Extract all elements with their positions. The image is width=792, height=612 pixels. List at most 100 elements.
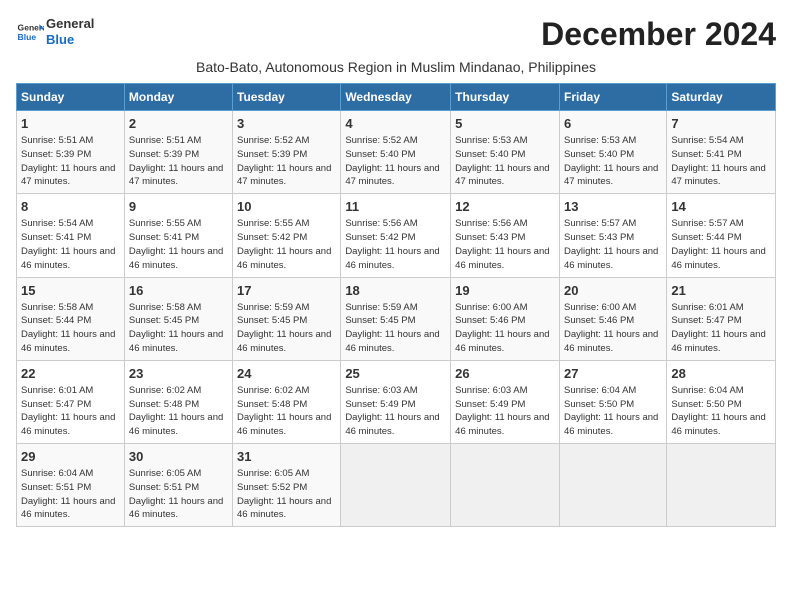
day-info: Sunrise: 5:53 AMSunset: 5:40 PMDaylight:… (564, 134, 662, 189)
calendar-cell (559, 444, 666, 527)
calendar-cell: 6Sunrise: 5:53 AMSunset: 5:40 PMDaylight… (559, 111, 666, 194)
day-info: Sunrise: 5:55 AMSunset: 5:41 PMDaylight:… (129, 217, 228, 272)
day-number: 25 (345, 365, 446, 383)
day-info: Sunrise: 5:58 AMSunset: 5:44 PMDaylight:… (21, 301, 120, 356)
day-number: 12 (455, 198, 555, 216)
day-number: 1 (21, 115, 120, 133)
day-info: Sunrise: 6:04 AMSunset: 5:50 PMDaylight:… (671, 384, 771, 439)
day-info: Sunrise: 5:56 AMSunset: 5:43 PMDaylight:… (455, 217, 555, 272)
subtitle: Bato-Bato, Autonomous Region in Muslim M… (16, 59, 776, 75)
calendar-cell: 12Sunrise: 5:56 AMSunset: 5:43 PMDayligh… (451, 194, 560, 277)
day-info: Sunrise: 6:05 AMSunset: 5:51 PMDaylight:… (129, 467, 228, 522)
day-info: Sunrise: 6:02 AMSunset: 5:48 PMDaylight:… (129, 384, 228, 439)
calendar-cell: 26Sunrise: 6:03 AMSunset: 5:49 PMDayligh… (451, 360, 560, 443)
calendar-cell (341, 444, 451, 527)
calendar-cell: 13Sunrise: 5:57 AMSunset: 5:43 PMDayligh… (559, 194, 666, 277)
calendar-cell: 19Sunrise: 6:00 AMSunset: 5:46 PMDayligh… (451, 277, 560, 360)
header-wednesday: Wednesday (341, 84, 451, 111)
header-monday: Monday (124, 84, 232, 111)
calendar-cell: 7Sunrise: 5:54 AMSunset: 5:41 PMDaylight… (667, 111, 776, 194)
header-thursday: Thursday (451, 84, 560, 111)
day-info: Sunrise: 5:53 AMSunset: 5:40 PMDaylight:… (455, 134, 555, 189)
day-info: Sunrise: 5:51 AMSunset: 5:39 PMDaylight:… (129, 134, 228, 189)
calendar-header-row: SundayMondayTuesdayWednesdayThursdayFrid… (17, 84, 776, 111)
calendar-cell: 28Sunrise: 6:04 AMSunset: 5:50 PMDayligh… (667, 360, 776, 443)
day-info: Sunrise: 6:01 AMSunset: 5:47 PMDaylight:… (21, 384, 120, 439)
calendar-cell: 31Sunrise: 6:05 AMSunset: 5:52 PMDayligh… (233, 444, 341, 527)
calendar-cell: 15Sunrise: 5:58 AMSunset: 5:44 PMDayligh… (17, 277, 125, 360)
day-info: Sunrise: 5:55 AMSunset: 5:42 PMDaylight:… (237, 217, 336, 272)
day-info: Sunrise: 6:00 AMSunset: 5:46 PMDaylight:… (564, 301, 662, 356)
month-title: December 2024 (541, 16, 776, 53)
day-info: Sunrise: 5:59 AMSunset: 5:45 PMDaylight:… (237, 301, 336, 356)
day-info: Sunrise: 6:04 AMSunset: 5:50 PMDaylight:… (564, 384, 662, 439)
calendar-cell: 8Sunrise: 5:54 AMSunset: 5:41 PMDaylight… (17, 194, 125, 277)
day-info: Sunrise: 6:05 AMSunset: 5:52 PMDaylight:… (237, 467, 336, 522)
day-info: Sunrise: 6:03 AMSunset: 5:49 PMDaylight:… (345, 384, 446, 439)
calendar-cell (451, 444, 560, 527)
header-friday: Friday (559, 84, 666, 111)
day-number: 5 (455, 115, 555, 133)
calendar-cell: 2Sunrise: 5:51 AMSunset: 5:39 PMDaylight… (124, 111, 232, 194)
day-info: Sunrise: 5:52 AMSunset: 5:40 PMDaylight:… (345, 134, 446, 189)
day-info: Sunrise: 6:01 AMSunset: 5:47 PMDaylight:… (671, 301, 771, 356)
calendar-cell: 5Sunrise: 5:53 AMSunset: 5:40 PMDaylight… (451, 111, 560, 194)
day-number: 8 (21, 198, 120, 216)
calendar-cell: 1Sunrise: 5:51 AMSunset: 5:39 PMDaylight… (17, 111, 125, 194)
week-row-1: 1Sunrise: 5:51 AMSunset: 5:39 PMDaylight… (17, 111, 776, 194)
day-info: Sunrise: 5:58 AMSunset: 5:45 PMDaylight:… (129, 301, 228, 356)
calendar-cell: 11Sunrise: 5:56 AMSunset: 5:42 PMDayligh… (341, 194, 451, 277)
day-info: Sunrise: 6:02 AMSunset: 5:48 PMDaylight:… (237, 384, 336, 439)
svg-text:Blue: Blue (18, 31, 37, 41)
week-row-2: 8Sunrise: 5:54 AMSunset: 5:41 PMDaylight… (17, 194, 776, 277)
calendar-cell: 21Sunrise: 6:01 AMSunset: 5:47 PMDayligh… (667, 277, 776, 360)
calendar-cell: 23Sunrise: 6:02 AMSunset: 5:48 PMDayligh… (124, 360, 232, 443)
calendar-cell: 27Sunrise: 6:04 AMSunset: 5:50 PMDayligh… (559, 360, 666, 443)
logo-blue: Blue (46, 32, 94, 48)
logo: General Blue General Blue (16, 16, 94, 47)
month-title-section: December 2024 (541, 16, 776, 53)
day-info: Sunrise: 5:54 AMSunset: 5:41 PMDaylight:… (21, 217, 120, 272)
day-info: Sunrise: 6:00 AMSunset: 5:46 PMDaylight:… (455, 301, 555, 356)
day-number: 13 (564, 198, 662, 216)
day-number: 28 (671, 365, 771, 383)
day-number: 24 (237, 365, 336, 383)
calendar-cell: 25Sunrise: 6:03 AMSunset: 5:49 PMDayligh… (341, 360, 451, 443)
day-info: Sunrise: 5:54 AMSunset: 5:41 PMDaylight:… (671, 134, 771, 189)
day-number: 4 (345, 115, 446, 133)
calendar-cell: 20Sunrise: 6:00 AMSunset: 5:46 PMDayligh… (559, 277, 666, 360)
day-number: 26 (455, 365, 555, 383)
day-number: 21 (671, 282, 771, 300)
day-info: Sunrise: 5:59 AMSunset: 5:45 PMDaylight:… (345, 301, 446, 356)
header-tuesday: Tuesday (233, 84, 341, 111)
calendar-cell: 22Sunrise: 6:01 AMSunset: 5:47 PMDayligh… (17, 360, 125, 443)
day-number: 30 (129, 448, 228, 466)
day-number: 18 (345, 282, 446, 300)
day-number: 9 (129, 198, 228, 216)
week-row-3: 15Sunrise: 5:58 AMSunset: 5:44 PMDayligh… (17, 277, 776, 360)
day-info: Sunrise: 5:57 AMSunset: 5:44 PMDaylight:… (671, 217, 771, 272)
calendar-table: SundayMondayTuesdayWednesdayThursdayFrid… (16, 83, 776, 527)
calendar-body: 1Sunrise: 5:51 AMSunset: 5:39 PMDaylight… (17, 111, 776, 527)
calendar-cell: 24Sunrise: 6:02 AMSunset: 5:48 PMDayligh… (233, 360, 341, 443)
calendar-cell: 30Sunrise: 6:05 AMSunset: 5:51 PMDayligh… (124, 444, 232, 527)
day-number: 2 (129, 115, 228, 133)
header-saturday: Saturday (667, 84, 776, 111)
day-number: 27 (564, 365, 662, 383)
calendar-cell: 3Sunrise: 5:52 AMSunset: 5:39 PMDaylight… (233, 111, 341, 194)
day-number: 19 (455, 282, 555, 300)
day-info: Sunrise: 6:03 AMSunset: 5:49 PMDaylight:… (455, 384, 555, 439)
day-info: Sunrise: 5:56 AMSunset: 5:42 PMDaylight:… (345, 217, 446, 272)
week-row-4: 22Sunrise: 6:01 AMSunset: 5:47 PMDayligh… (17, 360, 776, 443)
day-info: Sunrise: 5:51 AMSunset: 5:39 PMDaylight:… (21, 134, 120, 189)
day-number: 29 (21, 448, 120, 466)
header-sunday: Sunday (17, 84, 125, 111)
day-info: Sunrise: 5:57 AMSunset: 5:43 PMDaylight:… (564, 217, 662, 272)
calendar-cell: 16Sunrise: 5:58 AMSunset: 5:45 PMDayligh… (124, 277, 232, 360)
calendar-cell: 17Sunrise: 5:59 AMSunset: 5:45 PMDayligh… (233, 277, 341, 360)
day-number: 22 (21, 365, 120, 383)
day-number: 23 (129, 365, 228, 383)
week-row-5: 29Sunrise: 6:04 AMSunset: 5:51 PMDayligh… (17, 444, 776, 527)
day-info: Sunrise: 5:52 AMSunset: 5:39 PMDaylight:… (237, 134, 336, 189)
day-number: 20 (564, 282, 662, 300)
